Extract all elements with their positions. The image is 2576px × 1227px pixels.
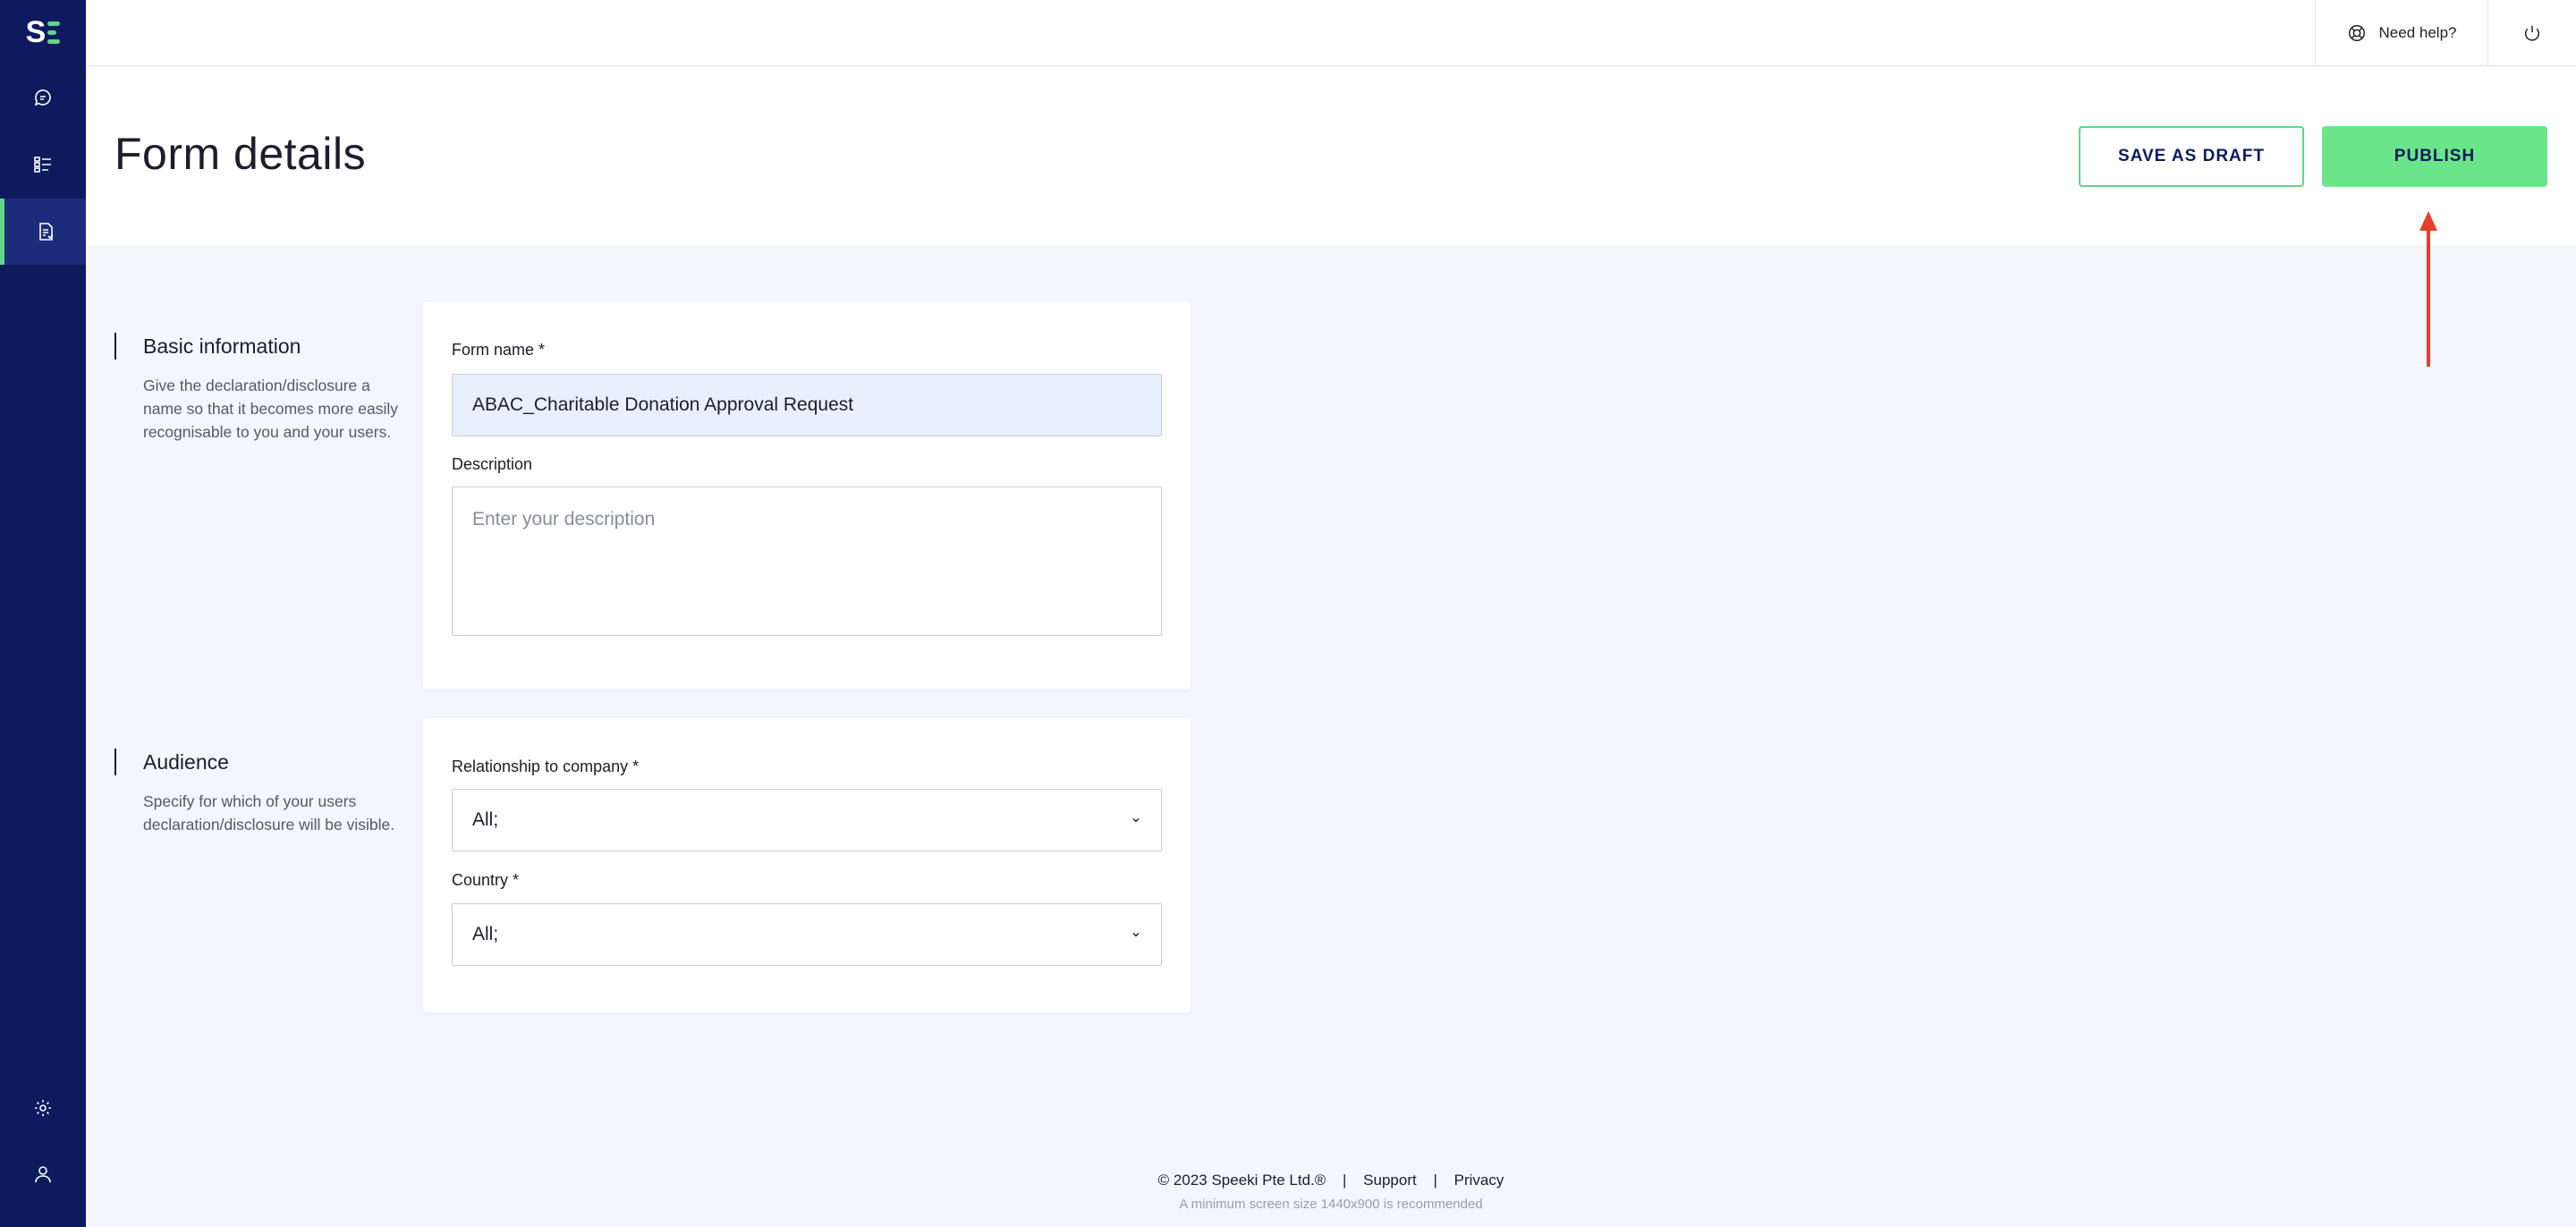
logo-letter: S <box>25 15 47 49</box>
country-label: Country * <box>452 871 520 889</box>
speeki-logo[interactable]: S <box>20 13 66 52</box>
annotation-arrow-icon <box>2419 211 2437 367</box>
sidebar: S <box>0 0 86 1227</box>
save-as-draft-button[interactable]: SAVE AS DRAFT <box>2079 126 2304 187</box>
basic-info-description: Give the declaration/disclosure a name s… <box>143 377 398 441</box>
form-document-icon <box>38 223 54 241</box>
footer-separator: | <box>1433 1172 1437 1189</box>
checklist-icon <box>34 157 51 173</box>
audience-description: Specify for which of your users declarat… <box>143 792 395 834</box>
form-name-label: Form name * <box>452 341 546 359</box>
form-name-input[interactable] <box>452 374 1162 436</box>
sidebar-item-settings[interactable] <box>0 1075 86 1141</box>
chevron-down-icon <box>1132 818 1140 823</box>
basic-info-heading: Basic information <box>143 334 301 358</box>
footer: © 2023 Speeki Pte Ltd.® | Support | Priv… <box>86 1172 2576 1212</box>
privacy-link[interactable]: Privacy <box>1454 1172 1504 1189</box>
audience-heading: Audience <box>143 750 229 774</box>
audience-heading-block: Audience <box>114 749 229 775</box>
copyright-text: © 2023 Speeki Pte Ltd.® <box>1157 1172 1326 1189</box>
basic-info-card: Form name * Description <box>423 301 1191 690</box>
sidebar-item-chat[interactable] <box>0 64 86 131</box>
description-label: Description <box>452 455 533 473</box>
support-link[interactable]: Support <box>1363 1172 1417 1189</box>
basic-info-heading-block: Basic information <box>114 333 301 360</box>
screen-size-note: A minimum screen size 1440x900 is recomm… <box>1179 1197 1483 1212</box>
need-help-label: Need help? <box>2378 24 2457 41</box>
page-header: Form details SAVE AS DRAFT PUBLISH <box>86 67 2576 245</box>
need-help-button[interactable]: Need help? <box>2315 0 2488 66</box>
relationship-selected-value: All; <box>472 809 499 830</box>
relationship-label: Relationship to company * <box>452 757 640 775</box>
logo-mark-icon <box>47 21 61 44</box>
sidebar-item-forms[interactable] <box>0 199 86 265</box>
footer-separator: | <box>1343 1172 1347 1189</box>
publish-button[interactable]: PUBLISH <box>2322 126 2547 187</box>
country-selected-value: All; <box>472 924 499 944</box>
chat-bubble-icon <box>34 89 51 106</box>
page-title: Form details <box>114 129 367 179</box>
sidebar-item-checklist[interactable] <box>0 131 86 198</box>
chevron-down-icon <box>1132 933 1140 937</box>
country-select[interactable]: All; <box>452 903 1162 966</box>
relationship-select[interactable]: All; <box>452 789 1162 851</box>
description-textarea[interactable] <box>452 487 1162 636</box>
power-icon <box>2524 25 2540 41</box>
top-bar: Need help? <box>86 0 2576 66</box>
sidebar-item-profile[interactable] <box>0 1141 86 1207</box>
logout-button[interactable] <box>2488 0 2576 66</box>
user-icon <box>35 1166 51 1183</box>
lifebuoy-icon <box>2348 25 2365 41</box>
gear-icon <box>35 1100 51 1116</box>
audience-card: Relationship to company * All; Country *… <box>423 718 1191 1012</box>
